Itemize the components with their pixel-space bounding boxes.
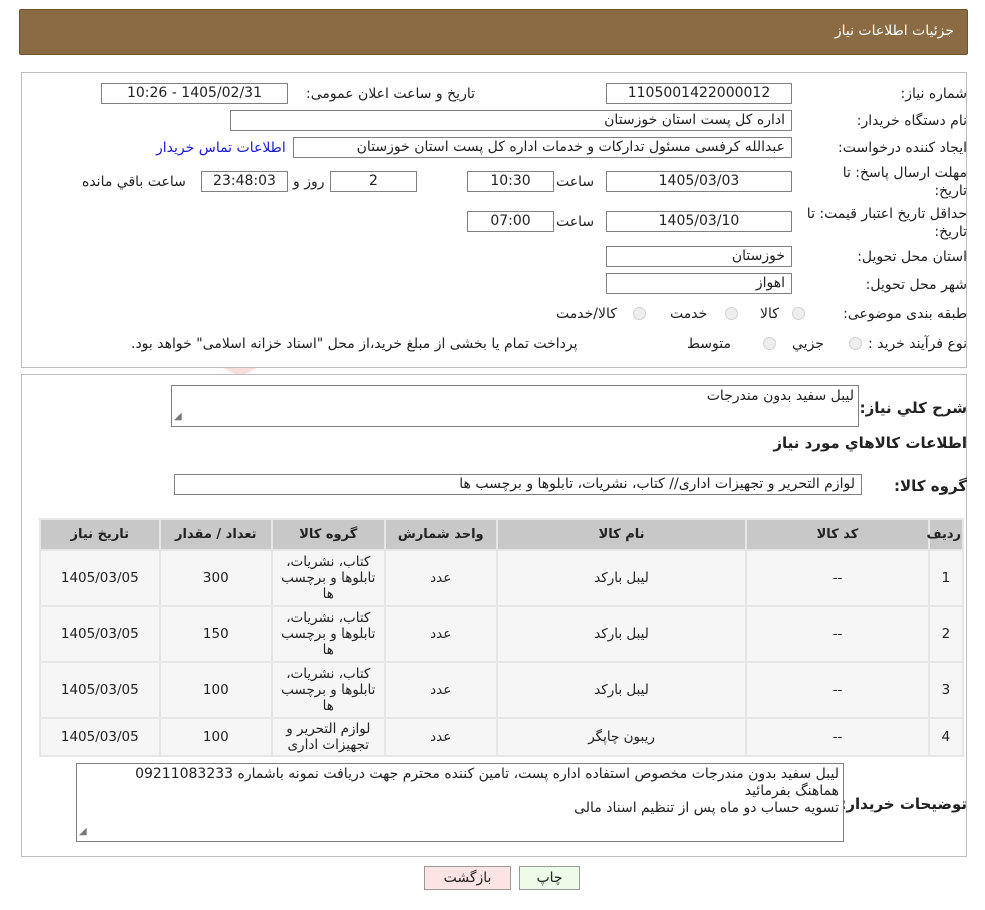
resize-grip-icon[interactable]: ◢	[174, 408, 182, 425]
process-minor-label: جزیي	[792, 336, 824, 352]
category-label: طبقه بندی موضوعی:	[843, 306, 967, 322]
item-group-label: گروه کالا:	[894, 477, 967, 495]
item-need-date: 1405/03/05	[41, 719, 159, 755]
row-number: 4	[929, 719, 962, 755]
item-quantity: 100	[160, 719, 272, 755]
city-label: شهر محل تحویل:	[865, 277, 967, 293]
page-title: جزئیات اطلاعات نیاز	[834, 23, 954, 39]
buyer-notes-label: توضیحات خریدار:	[840, 795, 967, 813]
category-goods-label: کالا	[760, 306, 779, 322]
deadline-date-field[interactable]: 1405/03/03	[606, 171, 792, 192]
item-unit: عدد	[385, 719, 496, 755]
process-minor-radio[interactable]	[849, 337, 862, 350]
item-code: --	[747, 551, 928, 605]
description-text: لیبل سفید بدون مندرجات	[706, 388, 854, 404]
requester-label: ایجاد کننده درخواست:	[838, 140, 967, 156]
column-header-item-code: کد کالا	[747, 520, 928, 549]
item-unit: عدد	[385, 663, 496, 717]
item-quantity: 300	[160, 551, 272, 605]
price-validity-time-field[interactable]: 07:00	[467, 211, 554, 232]
category-service-label: خدمت	[670, 306, 708, 322]
deadline-days-field[interactable]: 2	[330, 171, 417, 192]
table-row: 1 -- لیبل بارکد عدد کتاب، نشریات، تابلوه…	[41, 551, 962, 605]
announce-datetime-label: تاریخ و ساعت اعلان عمومی:	[306, 86, 475, 102]
buyer-notes-line: تسویه حساب دو ماه پس از تنظیم اسناد مالی	[574, 800, 839, 816]
back-button[interactable]: بازگشت	[424, 866, 511, 890]
column-header-item-group: گروه کالا	[273, 520, 384, 549]
buyer-notes-field[interactable]: لیبل سفید بدون مندرجات مخصوص استفاده ادا…	[76, 763, 844, 842]
item-need-date: 1405/03/05	[41, 663, 159, 717]
price-validity-time-label: ساعت	[556, 214, 595, 230]
need-number-field[interactable]: 1105001422000012	[606, 83, 792, 104]
row-number: 1	[929, 551, 962, 605]
print-button[interactable]: چاپ	[519, 866, 580, 890]
deadline-label: مهلت ارسال پاسخ: تا	[842, 165, 967, 181]
items-section-title: اطلاعات کالاهاي مورد نياز	[773, 434, 967, 452]
item-group: کتاب، نشریات، تابلوها و برچسب ها	[273, 551, 384, 605]
item-quantity: 100	[160, 663, 272, 717]
price-validity-date-field[interactable]: 1405/03/10	[606, 211, 792, 232]
description-field[interactable]: لیبل سفید بدون مندرجات ◢	[171, 385, 859, 427]
category-service-radio[interactable]	[725, 307, 738, 320]
buyer-org-label: نام دستگاه خریدار:	[856, 113, 967, 129]
item-group: کتاب، نشریات، تابلوها و برچسب ها	[273, 663, 384, 717]
column-header-item-name: نام کالا	[498, 520, 746, 549]
process-medium-label: متوسط	[687, 336, 731, 352]
item-unit: عدد	[385, 551, 496, 605]
table-header-row: ردیف کد کالا نام کالا واحد شمارش گروه کا…	[41, 520, 962, 549]
announce-datetime-field[interactable]: 1405/02/31 - 10:26	[101, 83, 288, 104]
item-need-date: 1405/03/05	[41, 607, 159, 661]
province-label: استان محل تحویل:	[857, 249, 967, 265]
item-code: --	[747, 607, 928, 661]
requester-field[interactable]: عبدالله کرفسی مسئول تدارکات و خدمات ادار…	[293, 137, 792, 158]
row-number: 2	[929, 607, 962, 661]
item-name: لیبل بارکد	[498, 551, 746, 605]
remaining-time-field: 23:48:03	[201, 171, 288, 192]
need-number-label: شماره نیاز:	[900, 86, 968, 102]
deadline-label-date: تاریخ:	[934, 183, 967, 199]
items-table: ردیف کد کالا نام کالا واحد شمارش گروه کا…	[39, 518, 964, 757]
column-header-row-number: ردیف	[926, 520, 962, 549]
page-header: جزئیات اطلاعات نیاز	[19, 9, 968, 55]
item-unit: عدد	[385, 607, 496, 661]
category-goods-service-radio[interactable]	[633, 307, 646, 320]
remaining-time-label: ساعت باقي مانده	[82, 174, 186, 190]
item-group-field[interactable]: لوازم التحریر و تجهیزات اداری// کتاب، نش…	[174, 474, 862, 495]
item-quantity: 150	[160, 607, 272, 661]
resize-grip-icon[interactable]: ◢	[79, 823, 87, 840]
city-field[interactable]: اهواز	[606, 273, 792, 294]
item-name: لیبل بارکد	[498, 663, 746, 717]
row-number: 3	[929, 663, 962, 717]
item-code: --	[747, 663, 928, 717]
deadline-time-field[interactable]: 10:30	[467, 171, 554, 192]
table-row: 4 -- ریبون چاپگر عدد لوازم التحریر و تجه…	[41, 719, 962, 755]
item-group: کتاب، نشریات، تابلوها و برچسب ها	[273, 607, 384, 661]
price-validity-label: حداقل تاریخ اعتبار قیمت: تا	[806, 206, 967, 222]
description-label: شرح کلي نياز:	[859, 399, 967, 417]
deadline-time-label: ساعت	[556, 174, 595, 190]
item-code: --	[747, 719, 928, 755]
province-field[interactable]: خوزستان	[606, 246, 792, 267]
column-header-unit: واحد شمارش	[385, 520, 496, 549]
item-group: لوازم التحریر و تجهیزات اداری	[273, 719, 384, 755]
item-need-date: 1405/03/05	[41, 551, 159, 605]
table-row: 3 -- لیبل بارکد عدد کتاب، نشریات، تابلوه…	[41, 663, 962, 717]
buyer-notes-line: هماهنگ بفرمائید	[744, 783, 839, 799]
deadline-days-label: روز و	[293, 174, 325, 190]
category-goods-service-label: کالا/خدمت	[556, 306, 617, 322]
category-goods-radio[interactable]	[792, 307, 805, 320]
item-name: لیبل بارکد	[498, 607, 746, 661]
column-header-quantity: تعداد / مقدار	[160, 520, 272, 549]
process-medium-radio[interactable]	[763, 337, 776, 350]
item-name: ریبون چاپگر	[498, 719, 746, 755]
column-header-need-date: تاریخ نیاز	[41, 520, 159, 549]
process-payment-note: پرداخت تمام یا بخشی از مبلغ خرید،از محل …	[131, 336, 578, 352]
buyer-notes-line: لیبل سفید بدون مندرجات مخصوص استفاده ادا…	[135, 766, 839, 782]
table-row: 2 -- لیبل بارکد عدد کتاب، نشریات، تابلوه…	[41, 607, 962, 661]
process-label: نوع فرآیند خرید :	[868, 336, 967, 352]
buyer-contact-link[interactable]: اطلاعات تماس خریدار	[156, 140, 286, 156]
price-validity-label-date: تاریخ:	[934, 224, 967, 240]
buyer-org-field[interactable]: اداره کل پست استان خوزستان	[230, 110, 792, 131]
